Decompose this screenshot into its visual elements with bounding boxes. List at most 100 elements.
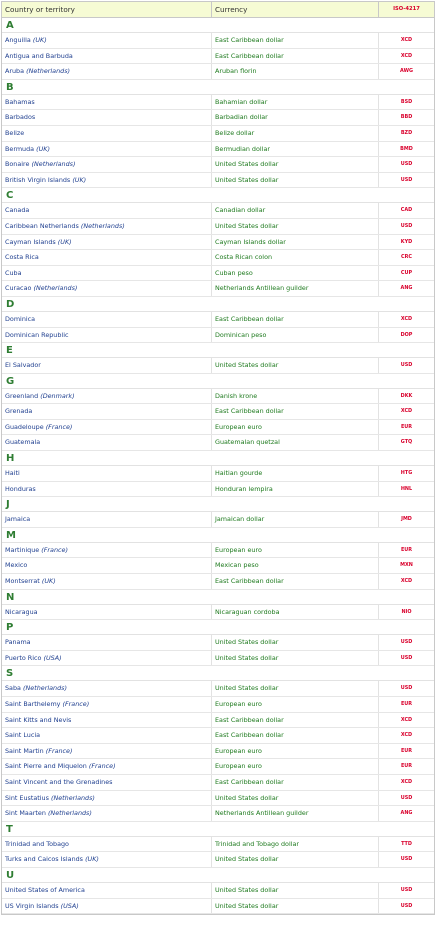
- currency-cell[interactable]: East Caribbean dollar: [212, 404, 379, 419]
- currency-cell[interactable]: Mexican peso: [212, 558, 379, 574]
- currency-cell[interactable]: East Caribbean dollar: [212, 48, 379, 64]
- country-name[interactable]: Trinidad and Tobago: [5, 840, 69, 848]
- table-row: Nicaragua Nicaraguan cordoba NIO: [2, 604, 434, 621]
- currency-cell[interactable]: Honduran lempira: [212, 481, 379, 497]
- country-name[interactable]: Montserrat: [5, 577, 40, 585]
- country-name[interactable]: United States of America: [5, 886, 85, 894]
- currency-cell[interactable]: Cayman Islands dollar: [212, 234, 379, 250]
- currency-cell[interactable]: Netherlands Antillean guilder: [212, 806, 379, 821]
- country-name[interactable]: Dominican Republic: [5, 331, 68, 339]
- currency-cell[interactable]: Aruban florin: [212, 64, 379, 79]
- currency-cell[interactable]: Bahamian dollar: [212, 94, 379, 110]
- table-row: Bahamas Bahamian dollar BSD: [2, 94, 434, 111]
- table-row: Anguilla (UK) East Caribbean dollar XCD: [2, 33, 434, 49]
- country-name[interactable]: Guadeloupe: [5, 423, 44, 431]
- currency-cell[interactable]: Barbadian dollar: [212, 110, 379, 125]
- currency-cell[interactable]: European euro: [212, 743, 379, 759]
- iso-code-cell: XCD: [400, 732, 413, 739]
- country-name[interactable]: Anguilla: [5, 36, 31, 44]
- currency-cell[interactable]: United States dollar: [212, 882, 379, 898]
- currency-cell[interactable]: United States dollar: [212, 172, 379, 188]
- currency-cell[interactable]: East Caribbean dollar: [212, 774, 379, 790]
- currency-cell[interactable]: United States dollar: [212, 157, 379, 172]
- country-name[interactable]: Turks and Caicos Islands: [5, 855, 83, 863]
- iso-code-cell: NIO: [401, 608, 412, 615]
- country-name[interactable]: Cuba: [5, 269, 22, 277]
- currency-cell[interactable]: Nicaraguan cordoba: [212, 604, 379, 620]
- sovereignty-note: (Netherlands): [26, 67, 71, 76]
- currency-cell[interactable]: Dominican peso: [212, 327, 379, 343]
- country-name[interactable]: Canada: [5, 206, 29, 214]
- currency-cell[interactable]: Danish krone: [212, 388, 379, 404]
- country-name[interactable]: Guatemala: [5, 438, 40, 446]
- currency-cell[interactable]: East Caribbean dollar: [212, 574, 379, 589]
- country-name[interactable]: Haiti: [5, 469, 20, 477]
- country-name[interactable]: Antigua and Barbuda: [5, 52, 73, 60]
- country-name[interactable]: Saint Pierre and Miquelon: [5, 762, 87, 770]
- country-name[interactable]: Bahamas: [5, 98, 35, 106]
- country-name[interactable]: Caribbean Netherlands: [5, 222, 79, 230]
- currency-cell[interactable]: Belize dollar: [212, 125, 379, 141]
- sovereignty-note: (France): [88, 762, 116, 771]
- country-cell: Saint Kitts and Nevis: [2, 712, 212, 728]
- country-name[interactable]: Saint Barthelemy: [5, 700, 60, 708]
- currency-cell[interactable]: United States dollar: [212, 218, 379, 234]
- country-name[interactable]: US Virgin Islands: [5, 902, 59, 910]
- currency-cell[interactable]: Netherlands Antillean guilder: [212, 281, 379, 296]
- country-name[interactable]: Saint Martin: [5, 747, 44, 755]
- currency-cell[interactable]: European euro: [212, 759, 379, 774]
- currency-cell[interactable]: United States dollar: [212, 358, 379, 373]
- country-cell: Belize: [2, 125, 212, 141]
- currency-cell[interactable]: East Caribbean dollar: [212, 712, 379, 728]
- table-row: Cuba Cuban peso CUP: [2, 265, 434, 282]
- currency-cell[interactable]: Cuban peso: [212, 265, 379, 281]
- country-name[interactable]: Panama: [5, 638, 31, 646]
- country-name[interactable]: British Virgin Islands: [5, 176, 70, 184]
- currency-cell[interactable]: Trinidad and Tobago dollar: [212, 836, 379, 852]
- country-name[interactable]: Grenada: [5, 407, 32, 415]
- currency-cell[interactable]: East Caribbean dollar: [212, 311, 379, 327]
- country-name[interactable]: Saint Vincent and the Grenadines: [5, 778, 112, 786]
- country-name[interactable]: Honduras: [5, 485, 36, 493]
- currency-cell[interactable]: European euro: [212, 419, 379, 435]
- country-name[interactable]: Greenland: [5, 392, 38, 400]
- country-name[interactable]: Cayman Islands: [5, 238, 56, 246]
- country-name[interactable]: Bonaire: [5, 160, 29, 168]
- currency-cell[interactable]: European euro: [212, 542, 379, 558]
- currency-cell[interactable]: East Caribbean dollar: [212, 33, 379, 48]
- currency-cell[interactable]: United States dollar: [212, 635, 379, 650]
- currency-cell[interactable]: East Caribbean dollar: [212, 728, 379, 743]
- currency-cell[interactable]: United States dollar: [212, 852, 379, 867]
- country-name[interactable]: El Salvador: [5, 361, 41, 369]
- country-name[interactable]: Puerto Rico: [5, 654, 41, 662]
- currency-cell[interactable]: United States dollar: [212, 681, 379, 696]
- country-name[interactable]: Sint Eustatius: [5, 794, 49, 802]
- country-name[interactable]: Belize: [5, 129, 24, 137]
- country-name[interactable]: Dominica: [5, 315, 35, 323]
- currency-cell[interactable]: Jamaican dollar: [212, 512, 379, 527]
- country-name[interactable]: Jamaica: [5, 515, 30, 523]
- country-name[interactable]: Aruba: [5, 67, 24, 75]
- currency-cell[interactable]: Haitian gourde: [212, 466, 379, 481]
- currency-cell[interactable]: Bermudian dollar: [212, 141, 379, 157]
- currency-cell[interactable]: United States dollar: [212, 790, 379, 806]
- country-name[interactable]: Mexico: [5, 561, 27, 569]
- country-name[interactable]: Sint Maarten: [5, 809, 46, 817]
- currency-cell[interactable]: United States dollar: [212, 650, 379, 666]
- currency-cell[interactable]: Canadian dollar: [212, 203, 379, 218]
- currency-cell[interactable]: European euro: [212, 697, 379, 712]
- country-name[interactable]: Saint Lucia: [5, 731, 40, 739]
- country-name[interactable]: Nicaragua: [5, 608, 38, 616]
- country-name[interactable]: Costa Rica: [5, 253, 39, 261]
- sovereignty-note: (France): [41, 545, 68, 554]
- currency-cell[interactable]: United States dollar: [212, 898, 379, 914]
- country-name[interactable]: Martinique: [5, 546, 39, 554]
- country-name[interactable]: Saba: [5, 684, 21, 692]
- currency-cell[interactable]: Guatemalan quetzal: [212, 435, 379, 451]
- country-name[interactable]: Barbados: [5, 113, 35, 121]
- country-name[interactable]: Bermuda: [5, 145, 34, 153]
- country-name[interactable]: Curacao: [5, 284, 31, 292]
- section-letter: J: [2, 497, 434, 513]
- currency-cell[interactable]: Costa Rican colon: [212, 250, 379, 265]
- country-name[interactable]: Saint Kitts and Nevis: [5, 716, 71, 724]
